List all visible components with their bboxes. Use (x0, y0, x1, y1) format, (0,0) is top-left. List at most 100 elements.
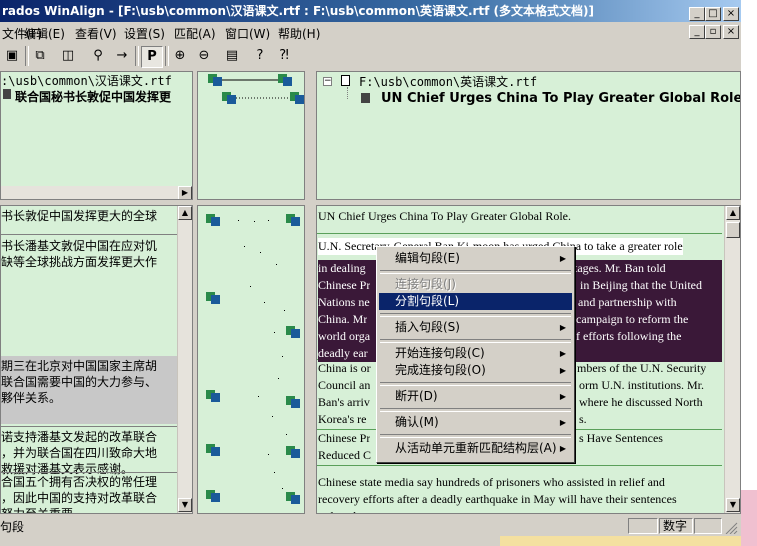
document-icon (3, 89, 11, 99)
minimize-icon[interactable]: _ (689, 7, 705, 21)
menu-insert-segment[interactable]: 插入句段(S) ▶ (379, 319, 572, 336)
status-text: 句段 (0, 520, 25, 534)
source-doc-title[interactable]: 联合国秘书长敦促中国发挥更 (15, 88, 171, 105)
link-node-icon (286, 326, 300, 338)
menu-view[interactable]: 查看(V) (75, 25, 117, 42)
source-segment[interactable]: 联合国需要中国的大力参与、 (1, 374, 177, 390)
source-segment[interactable]: 努力至关重要。 (1, 506, 177, 513)
context-help-icon[interactable]: ⁈ (274, 46, 294, 66)
link-node-icon (286, 446, 300, 458)
menu-edit[interactable]: 编辑(E) (24, 25, 65, 42)
source-segment[interactable]: 缺等全球挑战方面发挥更大作 (1, 254, 177, 270)
properties-icon[interactable]: ◫ (58, 46, 78, 66)
submenu-arrow-icon: ▶ (559, 444, 566, 453)
submenu-arrow-icon: ▶ (559, 418, 566, 427)
source-segment[interactable]: 书长敦促中国发挥更大的全球 (1, 208, 177, 224)
context-menu: 编辑句段(E) ▶ 连接句段(J) 分割句段(L) 插入句段(S) ▶ 开始连接句段… (376, 246, 575, 463)
copy-icon[interactable]: ⧉ (30, 46, 50, 66)
link-node-icon (208, 74, 222, 86)
link-node-icon (206, 490, 220, 502)
structure-link-pane[interactable] (197, 71, 305, 200)
toolbar: ▣ ⧉ ◫ ⚲ → P ⊕ ⊖ ▤ ? ⁈ (0, 43, 741, 71)
source-segment[interactable]: ，因此中国的支持对改革联合 (1, 490, 177, 506)
help-icon[interactable]: ? (250, 46, 270, 66)
link-node-icon (278, 74, 292, 86)
source-segments-pane[interactable]: 书长敦促中国发挥更大的全球 书长潘基文敦促中国在应对饥 缺等全球挑战方面发挥更大… (0, 205, 193, 514)
source-vertical-scrollbar[interactable]: ▲ ▼ (177, 206, 192, 513)
size-grip-icon[interactable] (724, 522, 738, 535)
zoom-out-icon[interactable]: ⊖ (194, 46, 214, 66)
menu-edit-segment[interactable]: 编辑句段(E) ▶ (379, 250, 572, 267)
target-vertical-scrollbar[interactable]: ▲ ▼ (724, 206, 740, 513)
link-node-icon (286, 492, 300, 504)
source-segment[interactable]: 合国五个拥有否决权的常任理 (1, 474, 177, 490)
source-segment[interactable]: 夥伴关系。 (1, 390, 177, 406)
document-icon (341, 75, 350, 86)
target-structure-pane[interactable]: − F:\usb\common\英语课文.rtf UN Chief Urges … (316, 71, 741, 200)
menu-disconnect[interactable]: 断开(D) ▶ (379, 388, 572, 405)
submenu-arrow-icon: ▶ (559, 254, 566, 263)
scroll-down-icon[interactable]: ▼ (726, 498, 740, 512)
target-segment[interactable]: UN Chief Urges China To Play Greater Glo… (317, 208, 722, 234)
menu-window[interactable]: 窗口(W) (225, 25, 270, 42)
menu-confirm[interactable]: 确认(M) ▶ (379, 414, 572, 431)
scroll-up-icon[interactable]: ▲ (178, 206, 192, 220)
status-cell-empty (694, 518, 722, 534)
submenu-arrow-icon: ▶ (559, 323, 566, 332)
taskbar-strip (500, 536, 741, 546)
submenu-arrow-icon: ▶ (559, 349, 566, 358)
menu-start-link[interactable]: 开始连接句段(C) ▶ (379, 345, 572, 362)
zoom-in-icon[interactable]: ⊕ (170, 46, 190, 66)
menu-settings[interactable]: 设置(S) (124, 25, 165, 42)
menu-match[interactable]: 匹配(A) (174, 25, 216, 42)
structure-link-lines (222, 79, 290, 99)
save-icon[interactable]: ▣ (2, 46, 22, 66)
source-segment[interactable]: 期三在北京对中国国家主席胡 (1, 358, 177, 374)
menu-help[interactable]: 帮助(H) (278, 25, 320, 42)
link-node-icon (290, 92, 304, 104)
maximize-icon[interactable]: □ (705, 7, 721, 21)
desktop-edge (741, 0, 757, 546)
paragraph-button[interactable]: P (141, 46, 163, 68)
menu-finish-link[interactable]: 完成连接句段(O) ▶ (379, 362, 572, 379)
link-node-icon (286, 214, 300, 226)
window-title: rados WinAlign - [F:\usb\common\汉语课文.rtf… (2, 4, 595, 18)
link-node-icon (286, 396, 300, 408)
link-node-icon (206, 214, 220, 226)
close-icon[interactable]: × (723, 7, 739, 21)
window-title-bar[interactable]: rados WinAlign - [F:\usb\common\汉语课文.rtf… (0, 0, 741, 22)
menu-join-segments[interactable]: 连接句段(J) (379, 276, 572, 293)
clipboard-icon[interactable]: ▤ (222, 46, 242, 66)
source-segment[interactable]: 诺支持潘基文发起的改革联合 (1, 429, 177, 445)
target-segment[interactable]: Chinese state media say hundreds of pris… (317, 474, 722, 513)
child-restore-icon[interactable]: ▫ (705, 25, 721, 39)
scroll-right-icon[interactable]: ▶ (178, 186, 192, 199)
source-file-path: :\usb\common\汉语课文.rtf (1, 74, 172, 88)
link-node-icon (206, 292, 220, 304)
source-segment[interactable]: ，并为联合国在四川致命大地 (1, 445, 177, 461)
arrow-right-icon[interactable]: → (112, 46, 132, 66)
link-node-icon (222, 92, 236, 104)
scroll-down-icon[interactable]: ▼ (178, 498, 192, 512)
target-doc-title[interactable]: UN Chief Urges China To Play Greater Glo… (381, 91, 740, 106)
collapse-icon[interactable]: − (323, 77, 332, 86)
scroll-up-icon[interactable]: ▲ (726, 206, 740, 220)
child-minimize-icon[interactable]: _ (689, 25, 705, 39)
target-file-path: F:\usb\common\英语课文.rtf (359, 75, 538, 89)
submenu-arrow-icon: ▶ (559, 366, 566, 375)
scroll-thumb[interactable] (726, 222, 740, 238)
source-structure-pane[interactable]: :\usb\common\汉语课文.rtf 联合国秘书长敦促中国发挥更 ▶ (0, 71, 193, 200)
source-segment[interactable]: 书长潘基文敦促中国在应对饥 (1, 238, 177, 254)
segment-link-pane[interactable] (197, 205, 305, 514)
menu-split-segment[interactable]: 分割句段(L) (379, 293, 572, 310)
status-bar: 句段 数字 (0, 516, 741, 536)
menu-rematch-structure[interactable]: 从活动单元重新匹配结构层(A) ▶ (379, 440, 572, 457)
segment-link-dots (238, 220, 287, 489)
link-node-icon (206, 444, 220, 456)
find-icon[interactable]: ⚲ (88, 46, 108, 66)
submenu-arrow-icon: ▶ (559, 392, 566, 401)
status-num: 数字 (659, 518, 693, 534)
status-cell-empty (628, 518, 658, 534)
child-close-icon[interactable]: × (723, 25, 739, 39)
link-node-icon (206, 390, 220, 402)
